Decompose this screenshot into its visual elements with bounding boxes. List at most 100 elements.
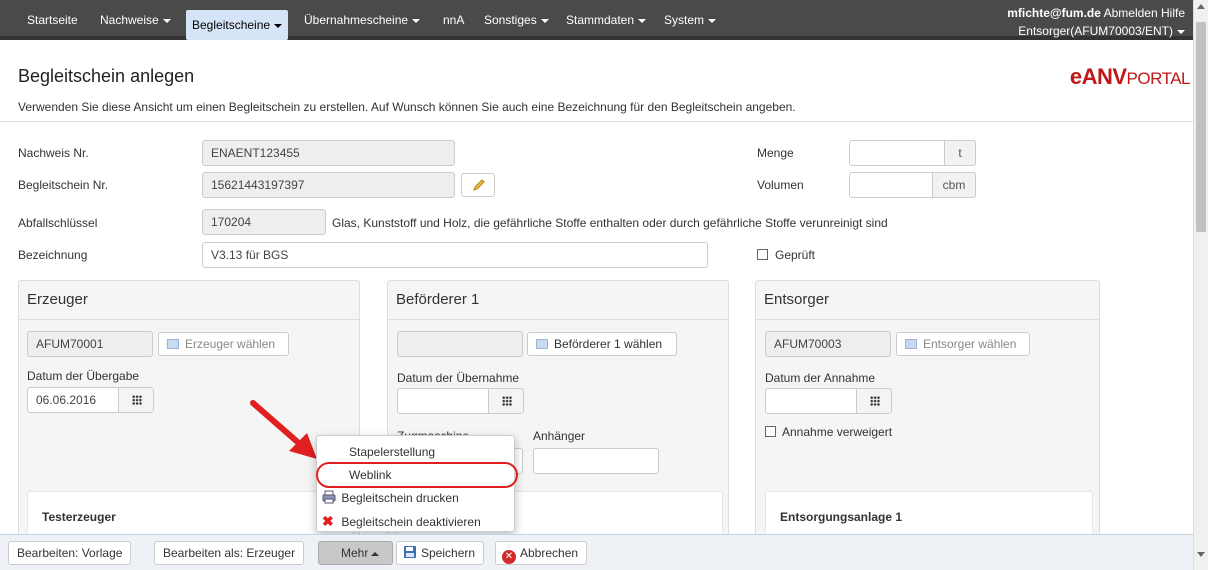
scroll-up-icon[interactable] xyxy=(1197,4,1205,9)
divider xyxy=(756,319,1099,320)
role-selector[interactable]: Entsorger(AFUM70003/ENT) xyxy=(1007,22,1185,40)
nav-label: Begleitscheine xyxy=(192,18,271,32)
entsorgungsanlage-name: Entsorgungsanlage 1 xyxy=(780,510,903,524)
bezeichnung-input[interactable]: V3.13 für BGS xyxy=(202,242,708,268)
uebernahme-date-input[interactable] xyxy=(397,388,489,414)
nav-stammdaten[interactable]: Stammdaten xyxy=(566,0,647,40)
vertical-scrollbar[interactable] xyxy=(1193,0,1208,570)
help-link[interactable]: Hilfe xyxy=(1161,6,1185,20)
volumen-unit: cbm xyxy=(932,172,976,198)
caret-down-icon xyxy=(638,18,647,23)
calendar-button[interactable] xyxy=(488,388,524,414)
menu-item-drucken[interactable]: Begleitschein drucken xyxy=(317,487,514,509)
nav-label: Übernahmescheine xyxy=(304,13,409,27)
entsorger-title: Entsorger xyxy=(764,291,830,308)
printer-icon xyxy=(322,490,336,504)
button-label: Entsorger wählen xyxy=(923,337,1017,351)
entsorger-choose-button[interactable]: Entsorger wählen xyxy=(896,332,1030,356)
scroll-thumb[interactable] xyxy=(1196,22,1206,232)
befoerderer-choose-button[interactable]: Beförderer 1 wählen xyxy=(527,332,677,356)
menu-item-label: Begleitschein drucken xyxy=(341,491,459,505)
caret-down-icon xyxy=(708,18,717,23)
edit-button[interactable] xyxy=(461,173,495,197)
edit-as-button[interactable]: Bearbeiten als: Erzeuger xyxy=(154,541,305,565)
begleitschein-field: 15621443197397 xyxy=(202,172,455,198)
divider xyxy=(388,319,728,320)
nav-begleitscheine[interactable]: Begleitscheine xyxy=(186,10,289,40)
nav-label: Nachweise xyxy=(100,13,159,27)
cancel-icon: ✕ xyxy=(502,550,516,564)
uebernahme-label: Datum der Übernahme xyxy=(397,371,520,385)
nav-sonstiges[interactable]: Sonstiges xyxy=(484,0,549,40)
nav-startseite[interactable]: Startseite xyxy=(27,0,78,40)
nav-nachweise[interactable]: Nachweise xyxy=(100,0,171,40)
annahme-label: Datum der Annahme xyxy=(765,371,876,385)
abfall-text: Glas, Kunststoff und Holz, die gefährlic… xyxy=(332,216,888,230)
more-button[interactable]: Mehr xyxy=(318,541,393,565)
calendar-icon xyxy=(870,396,880,406)
nav-label: Stammdaten xyxy=(566,13,635,27)
scroll-down-icon[interactable] xyxy=(1197,552,1205,557)
uebergabe-date-input[interactable]: 06.06.2016 xyxy=(27,387,119,413)
button-label: Erzeuger wählen xyxy=(185,337,276,351)
calendar-button[interactable] xyxy=(118,387,154,413)
menge-input[interactable] xyxy=(849,140,945,166)
role-label: Entsorger(AFUM70003/ENT) xyxy=(1018,24,1173,38)
top-navbar: Startseite Nachweise Begleitscheine Über… xyxy=(0,0,1193,40)
befoerderer-id-field xyxy=(397,331,523,357)
nachweis-field: ENAENT123455 xyxy=(202,140,455,166)
edit-template-button[interactable]: Bearbeiten: Vorlage xyxy=(8,541,132,565)
nav-nna[interactable]: nnA xyxy=(443,0,464,40)
erzeuger-choose-button[interactable]: Erzeuger wählen xyxy=(158,332,289,356)
annahme-verweigert-label: Annahme verweigert xyxy=(782,425,893,439)
red-x-icon: ✖ xyxy=(322,513,334,529)
app-logo: eANVPORTAL xyxy=(1070,64,1191,90)
annahme-date-input[interactable] xyxy=(765,388,857,414)
erzeuger-name: Testerzeuger xyxy=(42,510,116,524)
nav-label: Sonstiges xyxy=(484,13,537,27)
address-book-icon xyxy=(536,339,548,349)
pencil-icon xyxy=(473,179,485,191)
caret-down-icon xyxy=(412,18,421,23)
anhaenger-input[interactable] xyxy=(533,448,659,474)
abfall-label: Abfallschlüssel xyxy=(18,216,98,230)
cancel-button[interactable]: ✕ Abbrechen xyxy=(495,541,588,565)
geprueft-checkbox[interactable] xyxy=(757,249,768,260)
button-label: Beförderer 1 wählen xyxy=(554,337,663,351)
nav-label: System xyxy=(664,13,705,27)
divider xyxy=(19,319,359,320)
caret-down-icon xyxy=(1177,29,1185,34)
abfall-field: 170204 xyxy=(202,209,326,235)
erzeuger-id-field: AFUM70001 xyxy=(27,331,153,357)
logo-rest: PORTAL xyxy=(1126,69,1191,88)
menu-item-label: Begleitschein deaktivieren xyxy=(341,515,481,529)
calendar-button[interactable] xyxy=(856,388,892,414)
nachweis-label: Nachweis Nr. xyxy=(18,146,89,160)
highlight-ellipse-icon xyxy=(316,462,518,488)
menu-item-deaktivieren[interactable]: ✖ Begleitschein deaktivieren xyxy=(317,510,514,532)
volumen-input[interactable] xyxy=(849,172,933,198)
nav-uebernahmescheine[interactable]: Übernahmescheine xyxy=(304,0,421,40)
address-book-icon xyxy=(905,339,917,349)
caret-down-icon xyxy=(540,18,549,23)
page-title: Begleitschein anlegen xyxy=(18,66,195,86)
annahme-verweigert-checkbox[interactable] xyxy=(765,426,776,437)
nav-label: nnA xyxy=(443,13,465,27)
menge-unit: t xyxy=(944,140,976,166)
uebergabe-label: Datum der Übergabe xyxy=(27,369,140,383)
volumen-label: Volumen xyxy=(757,178,804,192)
nav-system[interactable]: System xyxy=(664,0,717,40)
menge-label: Menge xyxy=(757,146,794,160)
user-area: mfichte@fum.de Abmelden Hilfe Entsorger(… xyxy=(1007,4,1185,40)
caret-up-icon xyxy=(371,551,380,556)
logout-link[interactable]: Abmelden xyxy=(1104,6,1158,20)
button-label: Speichern xyxy=(421,546,476,560)
calendar-icon xyxy=(132,395,142,405)
save-button[interactable]: Speichern xyxy=(396,541,485,565)
caret-down-icon xyxy=(274,23,283,28)
caret-down-icon xyxy=(162,18,171,23)
calendar-icon xyxy=(502,396,512,406)
user-email: mfichte@fum.de xyxy=(1007,6,1101,20)
button-label: Mehr xyxy=(341,546,369,560)
begleitschein-label: Begleitschein Nr. xyxy=(18,178,109,192)
